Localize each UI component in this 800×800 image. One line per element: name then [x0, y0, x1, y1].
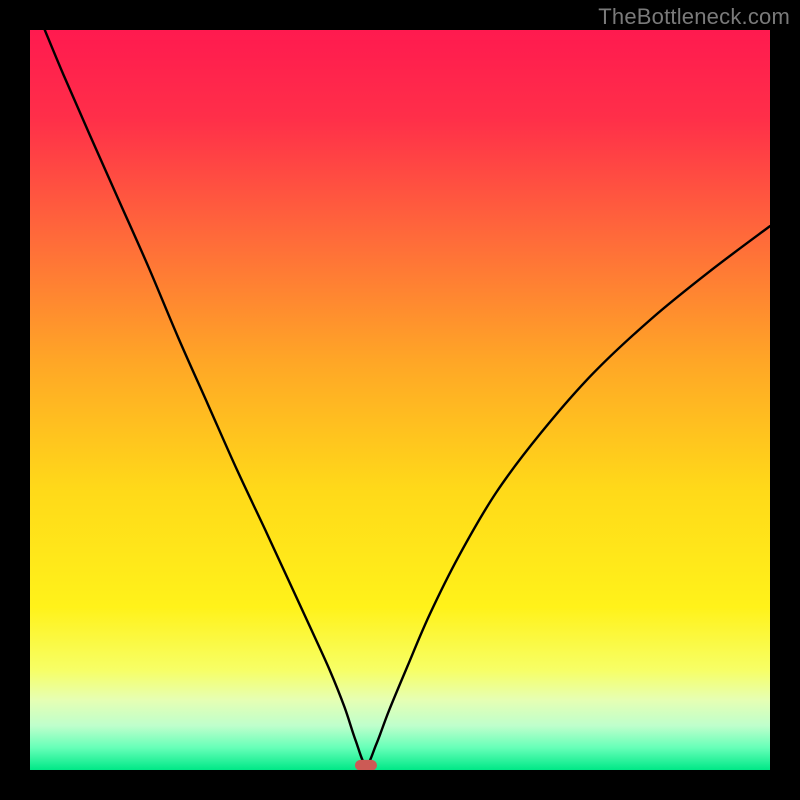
- chart-container: TheBottleneck.com: [0, 0, 800, 800]
- watermark-text: TheBottleneck.com: [598, 4, 790, 30]
- minimum-marker: [355, 760, 377, 771]
- heat-gradient-background: [30, 30, 770, 770]
- bottleneck-curve-chart: [0, 0, 800, 800]
